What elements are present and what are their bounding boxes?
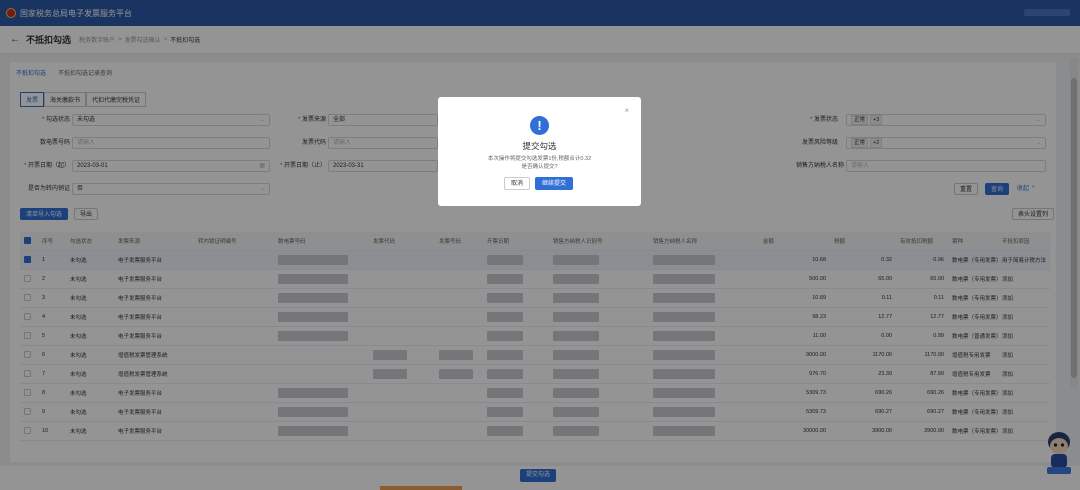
close-icon[interactable]: × xyxy=(624,106,629,115)
continue-submit-button[interactable]: 继续提交 xyxy=(535,177,574,190)
dialog-title: 提交勾选 xyxy=(522,141,557,151)
modal-overlay[interactable] xyxy=(0,0,1080,490)
confirm-submit-dialog: × ! 提交勾选 本次操作将提交勾选发票1份,税额合计0.32 是否确认提交? … xyxy=(438,97,641,206)
cancel-button[interactable]: 取消 xyxy=(504,177,531,190)
dialog-question: 是否确认提交? xyxy=(521,164,558,170)
dialog-message: 本次操作将提交勾选发票1份,税额合计0.32 xyxy=(487,156,592,162)
warning-icon: ! xyxy=(530,116,549,135)
